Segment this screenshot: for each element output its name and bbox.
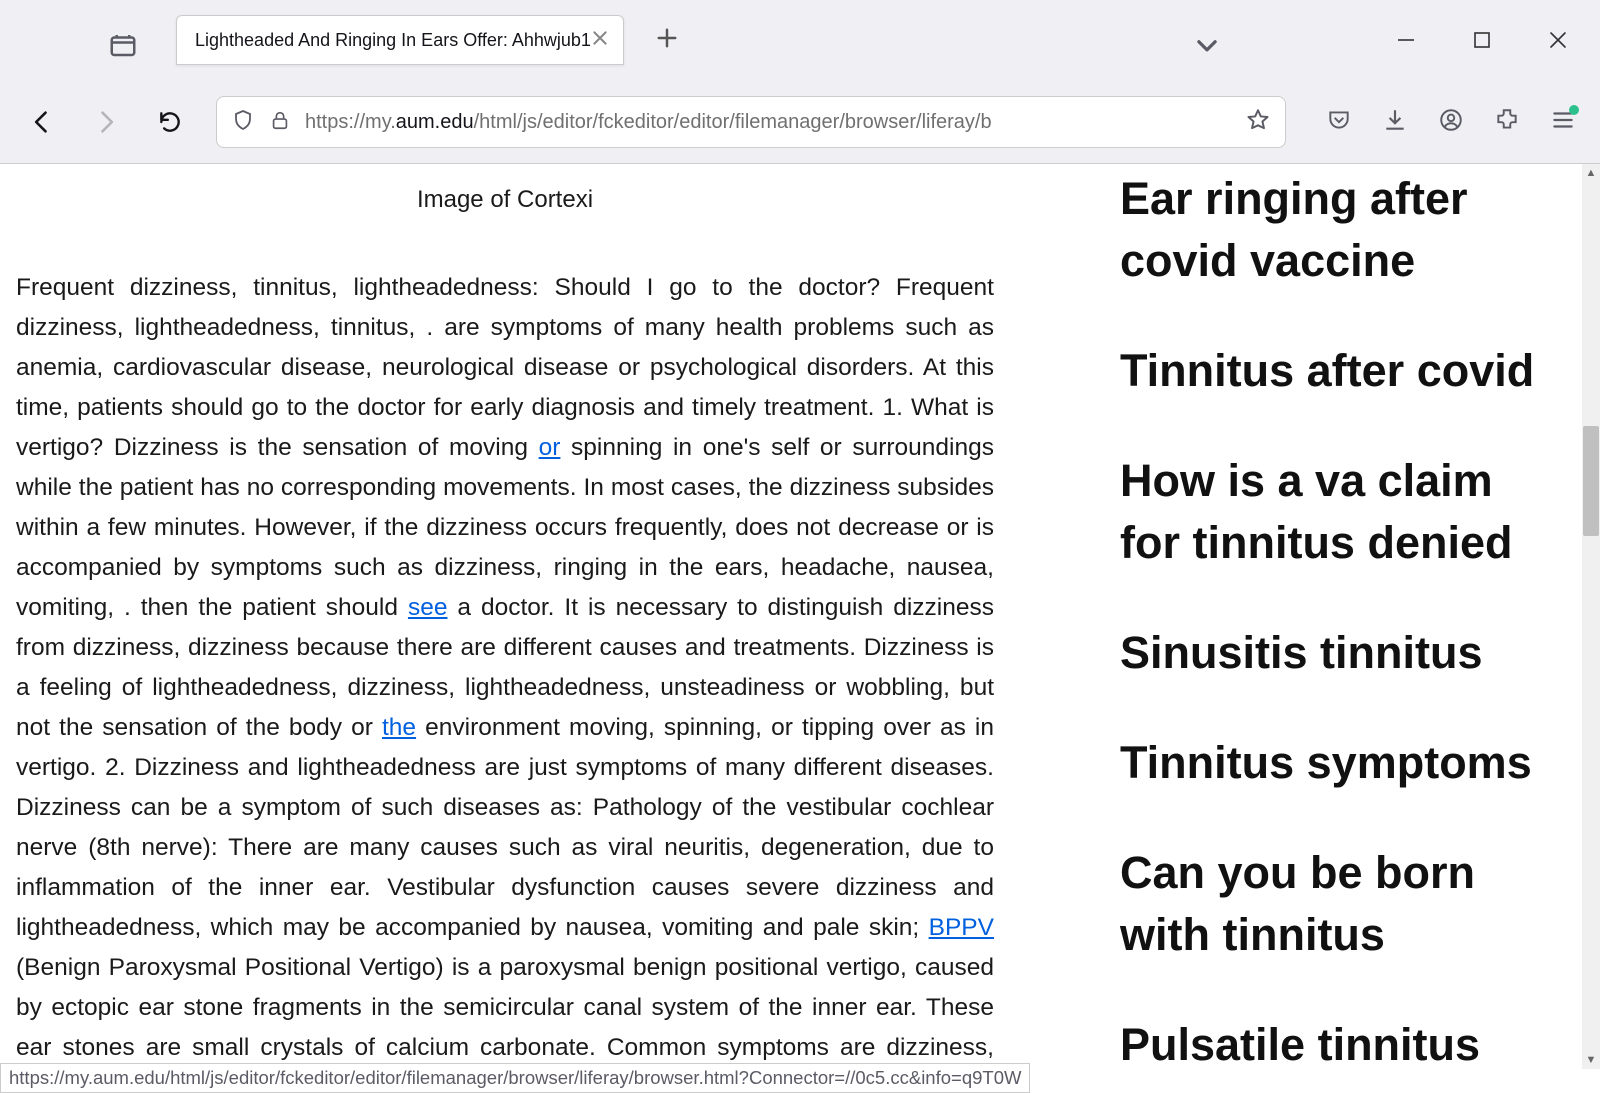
sidebar-heading[interactable]: Pulsatile tinnitus	[1120, 1014, 1550, 1076]
reload-button[interactable]	[152, 104, 188, 140]
minimize-button[interactable]	[1394, 28, 1418, 52]
sidebar-heading[interactable]: Ear ringing after covid vaccine	[1120, 168, 1550, 292]
account-icon[interactable]	[1438, 107, 1464, 138]
sidebar-heading[interactable]: Tinnitus symptoms	[1120, 732, 1550, 794]
sidebar: Ear ringing after covid vaccine Tinnitus…	[1120, 168, 1550, 1093]
browser-chrome: Lightheaded And Ringing In Ears Offer: A…	[0, 0, 1600, 164]
url-text: https://my.aum.edu/html/js/editor/fckedi…	[305, 111, 1231, 134]
link-see[interactable]: see	[408, 594, 448, 621]
image-caption: Image of Cortexi	[16, 186, 994, 214]
tab-close-icon[interactable]	[591, 29, 609, 52]
toolbar-right	[1326, 107, 1576, 138]
article-body: Frequent dizziness, tinnitus, lightheade…	[16, 268, 994, 1093]
link-bppv[interactable]: BPPV	[929, 914, 994, 941]
downloads-icon[interactable]	[1382, 107, 1408, 138]
tab-title: Lightheaded And Ringing In Ears Offer: A…	[195, 30, 591, 51]
pocket-icon[interactable]	[1326, 107, 1352, 138]
sidebar-heading[interactable]: Tinnitus after covid	[1120, 340, 1550, 402]
navigation-toolbar: https://my.aum.edu/html/js/editor/fckedi…	[0, 80, 1600, 164]
browser-tab[interactable]: Lightheaded And Ringing In Ears Offer: A…	[176, 15, 624, 65]
sidebar-heading[interactable]: Can you be born with tinnitus	[1120, 842, 1550, 966]
forward-button	[88, 104, 124, 140]
sidebar-heading[interactable]: Sinusitis tinnitus	[1120, 622, 1550, 684]
tabs-dropdown-icon[interactable]	[1194, 32, 1220, 63]
maximize-button[interactable]	[1470, 28, 1494, 52]
back-button[interactable]	[24, 104, 60, 140]
vertical-scrollbar[interactable]: ▲ ▼	[1582, 164, 1600, 1069]
new-tab-button[interactable]	[644, 18, 690, 62]
notification-dot-icon	[1569, 105, 1579, 115]
window-controls	[1394, 28, 1570, 52]
firefox-view-icon[interactable]	[108, 30, 138, 60]
shield-icon[interactable]	[231, 108, 255, 137]
status-bar: https://my.aum.edu/html/js/editor/fckedi…	[0, 1063, 1030, 1093]
article: Image of Cortexi Frequent dizziness, tin…	[0, 164, 1010, 1093]
scroll-thumb[interactable]	[1583, 426, 1599, 536]
link-or[interactable]: or	[539, 434, 561, 461]
page-viewport: Image of Cortexi Frequent dizziness, tin…	[0, 164, 1582, 1093]
sidebar-heading[interactable]: How is a va claim for tinnitus denied	[1120, 450, 1550, 574]
close-button[interactable]	[1546, 28, 1570, 52]
extensions-icon[interactable]	[1494, 107, 1520, 138]
lock-icon[interactable]	[269, 109, 291, 136]
scroll-down-icon[interactable]: ▼	[1582, 1051, 1600, 1069]
url-bar[interactable]: https://my.aum.edu/html/js/editor/fckedi…	[216, 96, 1286, 148]
bookmark-star-icon[interactable]	[1245, 107, 1271, 138]
menu-button[interactable]	[1550, 107, 1576, 138]
tab-strip: Lightheaded And Ringing In Ears Offer: A…	[0, 0, 1600, 80]
link-the[interactable]: the	[382, 714, 416, 741]
scroll-up-icon[interactable]: ▲	[1582, 164, 1600, 182]
